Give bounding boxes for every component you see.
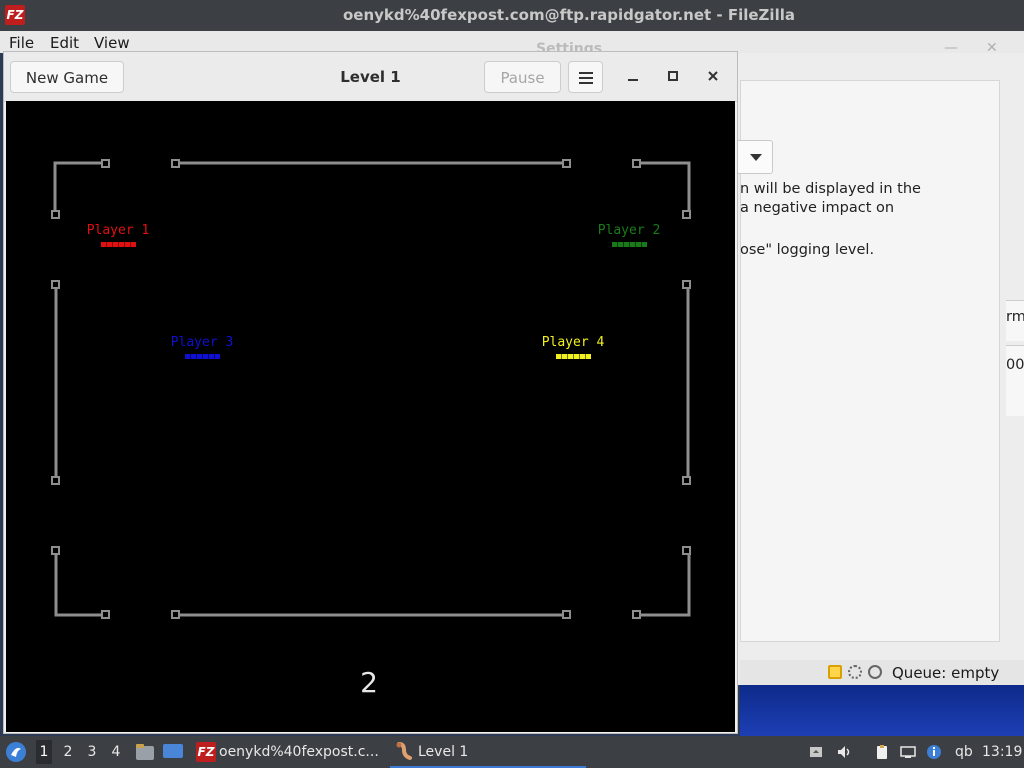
player-1-label: Player 1 — [68, 223, 168, 247]
workspace-2[interactable]: 2 — [60, 744, 76, 760]
settings-description-line-1: n will be displayed in the — [740, 181, 921, 197]
task-filezilla[interactable]: FZ oenykd%40fexpost.c... — [192, 736, 382, 768]
maximize-icon[interactable] — [663, 66, 683, 86]
notification-icon[interactable] — [926, 744, 942, 760]
task-filezilla-label: oenykd%40fexpost.c... — [219, 744, 379, 760]
task-level-1-label: Level 1 — [418, 744, 469, 760]
close-icon[interactable] — [703, 66, 723, 86]
filezilla-window-title: oenykd%40fexpost.com@ftp.rapidgator.net … — [343, 6, 795, 24]
file-manager-icon[interactable] — [135, 742, 155, 762]
start-menu-icon[interactable] — [5, 741, 27, 763]
keyboard-tray-icon[interactable] — [808, 744, 824, 760]
filezilla-titlebar: FZ oenykd%40fexpost.com@ftp.rapidgator.n… — [0, 0, 1024, 31]
volume-icon[interactable] — [836, 744, 852, 760]
filezilla-side-panel-1: rm — [1006, 300, 1024, 341]
arena-walls — [51, 159, 691, 619]
workspace-4[interactable]: 4 — [108, 744, 124, 760]
menu-edit[interactable]: Edit — [50, 34, 79, 52]
menu-view[interactable]: View — [94, 34, 130, 52]
lock-icon — [828, 665, 842, 679]
player-1-worm — [100, 242, 136, 247]
clock[interactable]: 13:19 — [982, 744, 1022, 760]
player-1-name: Player 1 — [86, 223, 150, 238]
menu-file[interactable]: File — [9, 34, 34, 52]
settings-description-line-3: ose" logging level. — [740, 242, 875, 258]
game-board[interactable]: Player 1 Player 2 Player 3 Player 4 2 — [6, 101, 735, 732]
settings-minimize-icon[interactable]: — — [944, 40, 958, 56]
nibbles-icon — [396, 742, 412, 760]
gear-icon — [848, 665, 862, 679]
chevron-down-icon — [750, 154, 762, 161]
qbittorrent-tray-icon[interactable]: qb — [955, 744, 973, 760]
settings-close-icon[interactable]: ✕ — [986, 40, 998, 56]
player-2-label: Player 2 — [579, 223, 679, 247]
network-icon[interactable] — [900, 744, 916, 760]
pause-button[interactable]: Pause — [484, 61, 561, 93]
workspace-3[interactable]: 3 — [84, 744, 100, 760]
filezilla-statusbar: Queue: empty — [740, 660, 1024, 685]
filezilla-icon: FZ — [196, 742, 216, 762]
taskbar: 1 2 3 4 FZ oenykd%40fexpost.c... Level 1 — [0, 736, 1024, 768]
workspace-1[interactable]: 1 — [36, 740, 52, 764]
player-3-name: Player 3 — [170, 335, 234, 350]
player-4-label: Player 4 — [523, 335, 623, 359]
task-level-1[interactable]: Level 1 — [390, 736, 586, 768]
player-3-label: Player 3 — [152, 335, 252, 359]
player-2-name: Player 2 — [597, 223, 661, 238]
settings-description-line-2: a negative impact on — [740, 200, 895, 216]
speed-limit-icon — [868, 665, 882, 679]
filezilla-side-panel-2: 00 — [1006, 345, 1024, 416]
player-3-worm — [184, 354, 220, 359]
hamburger-icon — [579, 72, 593, 74]
player-4-name: Player 4 — [541, 335, 605, 350]
filezilla-menubar: File Edit View — [0, 31, 1024, 53]
logging-level-dropdown[interactable] — [736, 140, 773, 174]
hamburger-menu-button[interactable] — [568, 61, 603, 93]
player-4-worm — [555, 354, 591, 359]
game-window: New Game Level 1 Pause Player 1 Player 2… — [3, 51, 738, 734]
desktop-background — [740, 685, 1024, 736]
countdown-number: 2 — [360, 666, 378, 699]
queue-status: Queue: empty — [892, 664, 1000, 682]
show-desktop-icon[interactable] — [162, 742, 184, 762]
player-2-worm — [611, 242, 647, 247]
settings-panel — [740, 80, 1000, 642]
game-headerbar: New Game Level 1 Pause — [4, 52, 737, 102]
minimize-icon[interactable] — [623, 66, 643, 86]
clipboard-icon[interactable] — [874, 744, 890, 760]
